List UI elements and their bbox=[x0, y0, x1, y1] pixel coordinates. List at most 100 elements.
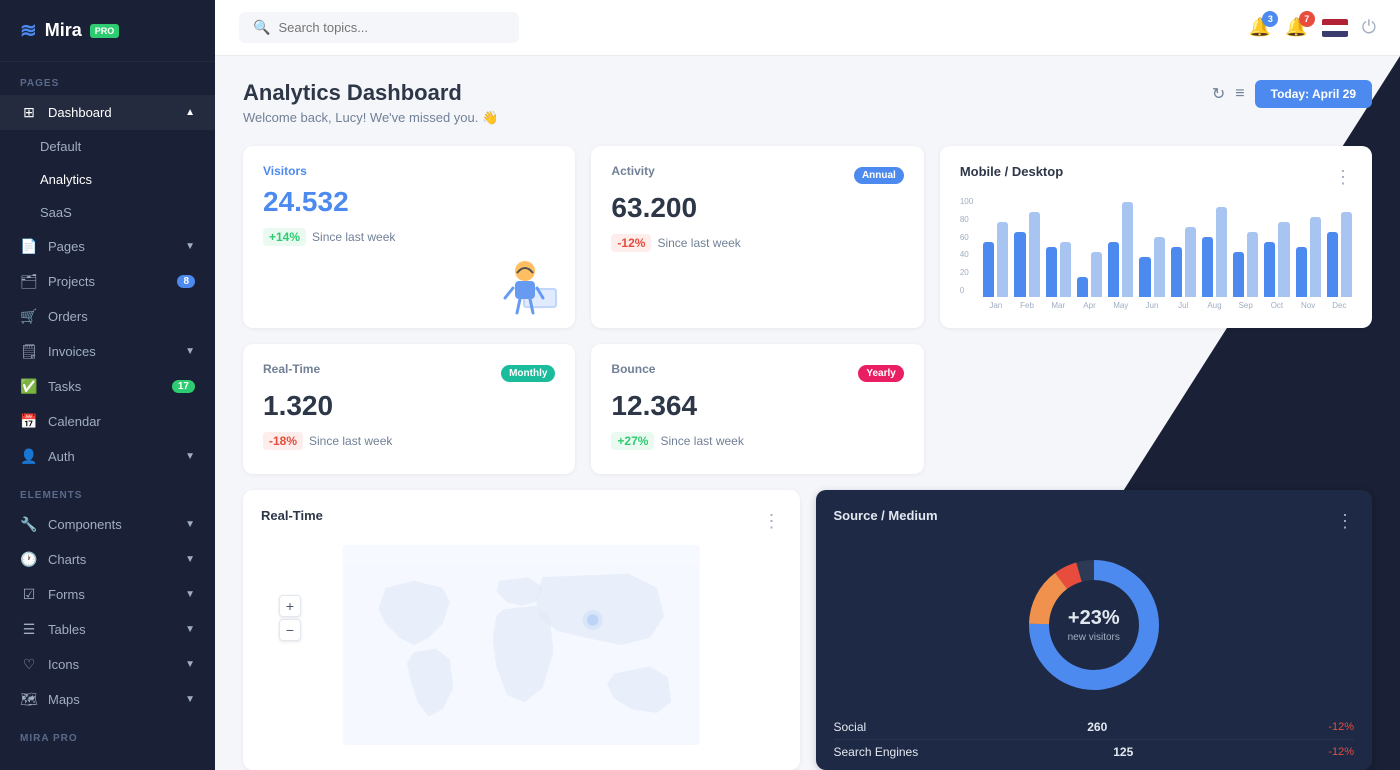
section-pages: PAGES bbox=[0, 62, 215, 95]
world-map-svg bbox=[261, 545, 782, 745]
source-item-social: Social 260 -12% bbox=[834, 715, 1355, 740]
page-title: Analytics Dashboard bbox=[243, 80, 498, 106]
sidebar-item-maps[interactable]: 🗺 Maps ▼ bbox=[0, 682, 215, 717]
sidebar-item-calendar[interactable]: 📅 Calendar bbox=[0, 404, 215, 439]
bar-jan bbox=[983, 197, 1008, 297]
notifications-button[interactable]: 🔔 3 bbox=[1249, 17, 1271, 38]
auth-chevron: ▼ bbox=[185, 451, 195, 462]
bar-may bbox=[1108, 197, 1133, 297]
bar-oct bbox=[1264, 197, 1289, 297]
tasks-label: Tasks bbox=[48, 379, 81, 394]
sidebar-item-saas[interactable]: SaaS bbox=[0, 196, 215, 229]
activity-footer: -12% Since last week bbox=[611, 234, 903, 252]
bar-feb bbox=[1014, 197, 1039, 297]
sidebar-item-pages[interactable]: 📄 Pages ▼ bbox=[0, 229, 215, 264]
topbar: 🔍 🔔 3 🔔 7 ⏻ bbox=[215, 0, 1400, 56]
source-social-name: Social bbox=[834, 720, 867, 734]
maps-label: Maps bbox=[48, 692, 80, 707]
sidebar-item-analytics[interactable]: Analytics bbox=[0, 163, 215, 196]
bounce-footer: +27% Since last week bbox=[611, 432, 903, 450]
power-button[interactable]: ⏻ bbox=[1362, 17, 1376, 38]
sidebar-item-charts[interactable]: 🕐 Charts ▼ bbox=[0, 542, 215, 577]
components-icon: 🔧 bbox=[20, 516, 38, 533]
calendar-label: Calendar bbox=[48, 414, 101, 429]
forms-icon: ☑ bbox=[20, 586, 38, 603]
map-title: Real-Time bbox=[261, 508, 323, 523]
tables-label: Tables bbox=[48, 622, 86, 637]
sidebar-item-components[interactable]: 🔧 Components ▼ bbox=[0, 507, 215, 542]
visitors-illustration bbox=[485, 233, 565, 328]
maps-chevron: ▼ bbox=[185, 694, 195, 705]
mobile-desktop-header: Mobile / Desktop ⋮ bbox=[960, 164, 1352, 191]
tables-icon: ☰ bbox=[20, 621, 38, 638]
bounce-header: Bounce Yearly bbox=[611, 362, 903, 384]
realtime-label: Real-Time bbox=[263, 362, 320, 376]
pages-icon: 📄 bbox=[20, 238, 38, 255]
source-more-button[interactable]: ⋮ bbox=[1336, 511, 1354, 532]
source-medium-card: Source / Medium ⋮ bbox=[816, 490, 1373, 770]
spacer bbox=[940, 344, 1372, 474]
logo: ≋ Mira PRO bbox=[0, 0, 215, 62]
sidebar-item-projects[interactable]: 🗂 Projects 8 bbox=[0, 264, 215, 299]
sidebar-item-tables[interactable]: ☰ Tables ▼ bbox=[0, 612, 215, 647]
visitors-label: Visitors bbox=[263, 164, 555, 178]
invoices-chevron: ▼ bbox=[185, 346, 195, 357]
sidebar-item-orders[interactable]: 🛒 Orders bbox=[0, 299, 215, 334]
bounce-since: Since last week bbox=[660, 434, 743, 448]
visitors-value: 24.532 bbox=[263, 186, 555, 218]
default-label: Default bbox=[40, 139, 81, 154]
bar-aug bbox=[1202, 197, 1227, 297]
content-area: Analytics Dashboard Welcome back, Lucy! … bbox=[215, 56, 1400, 770]
mobile-desktop-more[interactable]: ⋮ bbox=[1334, 167, 1352, 188]
bar-apr bbox=[1077, 197, 1102, 297]
refresh-button[interactable]: ↻ bbox=[1212, 84, 1225, 104]
projects-icon: 🗂 bbox=[20, 273, 38, 290]
activity-header: Activity Annual bbox=[611, 164, 903, 186]
invoices-icon: 🗒 bbox=[20, 343, 38, 360]
realtime-change: -18% bbox=[263, 432, 303, 450]
bounce-change: +27% bbox=[611, 432, 654, 450]
sidebar-item-tasks[interactable]: ✅ Tasks 17 bbox=[0, 369, 215, 404]
charts-chevron: ▼ bbox=[185, 554, 195, 565]
pages-label: Pages bbox=[48, 239, 85, 254]
source-search-name: Search Engines bbox=[834, 745, 919, 759]
source-search-change: -12% bbox=[1328, 746, 1354, 758]
map-more-button[interactable]: ⋮ bbox=[763, 511, 782, 532]
orders-icon: 🛒 bbox=[20, 308, 38, 325]
sidebar-item-dashboard[interactable]: ⊞ Dashboard ▲ bbox=[0, 95, 215, 130]
sidebar-item-invoices[interactable]: 🗒 Invoices ▼ bbox=[0, 334, 215, 369]
search-box[interactable]: 🔍 bbox=[239, 12, 519, 43]
sidebar-item-forms[interactable]: ☑ Forms ▼ bbox=[0, 577, 215, 612]
source-list: Social 260 -12% Search Engines 125 -12% bbox=[834, 715, 1355, 764]
bar-sep bbox=[1233, 197, 1258, 297]
date-button[interactable]: Today: April 29 bbox=[1255, 80, 1372, 108]
source-title: Source / Medium bbox=[834, 508, 938, 523]
dashboard-label: Dashboard bbox=[48, 105, 112, 120]
search-input[interactable] bbox=[278, 20, 505, 35]
sidebar: ≋ Mira PRO PAGES ⊞ Dashboard ▲ Default A… bbox=[0, 0, 215, 770]
bounce-label: Bounce bbox=[611, 362, 655, 376]
bar-jul bbox=[1171, 197, 1196, 297]
maps-icon: 🗺 bbox=[20, 691, 38, 708]
section-mira-pro: MIRA PRO bbox=[0, 717, 215, 750]
sidebar-item-icons[interactable]: ♡ Icons ▼ bbox=[0, 647, 215, 682]
source-social-value: 260 bbox=[1087, 720, 1107, 734]
icons-label: Icons bbox=[48, 657, 79, 672]
bar-mar bbox=[1046, 197, 1071, 297]
source-search-value: 125 bbox=[1113, 745, 1133, 759]
activity-card: Activity Annual 63.200 -12% Since last w… bbox=[591, 146, 923, 328]
forms-label: Forms bbox=[48, 587, 85, 602]
language-selector[interactable] bbox=[1322, 19, 1348, 37]
visitors-card: Visitors 24.532 +14% Since last week bbox=[243, 146, 575, 328]
tasks-icon: ✅ bbox=[20, 378, 38, 395]
sidebar-item-default[interactable]: Default bbox=[0, 130, 215, 163]
section-elements: ELEMENTS bbox=[0, 474, 215, 507]
alerts-button[interactable]: 🔔 7 bbox=[1285, 17, 1307, 38]
sidebar-item-auth[interactable]: 👤 Auth ▼ bbox=[0, 439, 215, 474]
notifications-badge: 3 bbox=[1262, 11, 1278, 27]
topbar-right: 🔔 3 🔔 7 ⏻ bbox=[1249, 17, 1376, 38]
bounce-card: Bounce Yearly 12.364 +27% Since last wee… bbox=[591, 344, 923, 474]
donut-subtitle: new visitors bbox=[1068, 632, 1120, 643]
filter-button[interactable]: ≡ bbox=[1235, 85, 1244, 103]
mobile-desktop-title: Mobile / Desktop bbox=[960, 164, 1063, 179]
